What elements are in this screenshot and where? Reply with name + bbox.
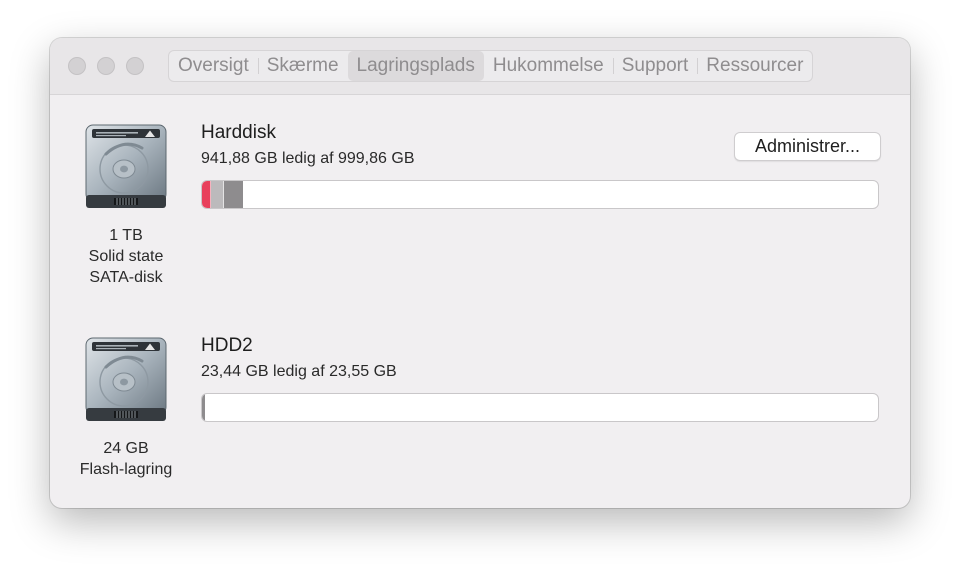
disk-1-interface: SATA-disk [89,269,163,286]
disk-2-capacity: 24 GB [103,440,149,457]
disk-1-type: Solid state [88,248,164,265]
disk-2-caption: 24 GB Flash-lagring [56,438,196,480]
usage-segment [211,181,225,208]
title-bar: Oversigt Skærme Lagringsplads Hukommelse… [50,38,910,95]
manage-storage-button[interactable]: Administrer... [734,132,881,161]
tab-lagringsplads[interactable]: Lagringsplads [347,51,484,81]
usage-segment [224,181,243,208]
disk-1-caption: 1 TB Solid state SATA-disk [56,225,196,288]
disk-1-free-space: 941,88 GB ledig af 999,86 GB [201,150,415,167]
tab-support[interactable]: Support [612,51,698,81]
tab-hukommelse[interactable]: Hukommelse [484,51,613,81]
close-button[interactable] [68,57,86,75]
usage-segment [202,181,212,208]
usage-segment [202,394,206,421]
hard-drive-icon [84,337,168,425]
hard-drive-icon [84,124,168,212]
disk-2-free-space: 23,44 GB ledig af 23,55 GB [201,363,397,380]
disk-2-name: HDD2 [201,335,253,356]
tab-ressourcer[interactable]: Ressourcer [697,51,812,81]
tab-bar: Oversigt Skærme Lagringsplads Hukommelse… [168,50,814,82]
disk-1-usage-bar [201,180,879,209]
disk-2-usage-bar [201,393,879,422]
minimize-button[interactable] [97,57,115,75]
zoom-button[interactable] [126,57,144,75]
disk-1-name: Harddisk [201,122,276,143]
tab-skaerme[interactable]: Skærme [257,51,348,81]
disk-1-capacity: 1 TB [109,227,143,244]
system-info-window: Oversigt Skærme Lagringsplads Hukommelse… [50,38,910,508]
disk-2-type: Flash-lagring [79,461,173,478]
tab-oversigt[interactable]: Oversigt [169,51,258,81]
